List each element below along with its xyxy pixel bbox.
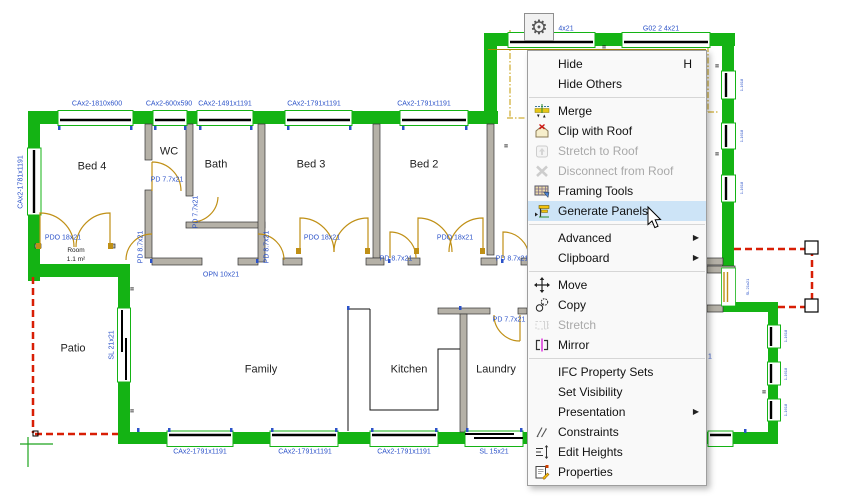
mirror-icon [534,337,550,353]
menu-item-label: Stretch [558,318,706,332]
menu-item-presentation[interactable]: Presentation▶ [528,402,706,422]
menu-item-hide-others[interactable]: Hide Others [528,74,706,94]
menu-item-disconnect-from-roof: Disconnect from Roof [528,161,706,181]
menu-item-label: Hide Others [558,77,706,91]
generate-panels-icon [534,203,550,219]
menu-item-label: Disconnect from Roof [558,164,706,178]
constraints-icon [534,424,550,440]
clip-with-roof-icon [534,123,550,139]
menu-icon-blank [534,230,550,246]
kitchen-bench[interactable] [348,309,460,431]
menu-item-edit-heights[interactable]: Edit Heights [528,442,706,462]
floor-plan-view[interactable]: Bed 4WCBathBed 3Bed 2PatioFamilyKitchenL… [0,0,849,504]
menu-item-label: Copy [558,298,706,312]
menu-item-label: Clip with Roof [558,124,706,138]
menu-item-label: Constraints [558,425,706,439]
menu-item-set-visibility[interactable]: Set Visibility [528,382,706,402]
menu-separator [529,358,705,359]
menu-icon-blank [534,76,550,92]
menu-item-label: Stretch to Roof [558,144,706,158]
menu-item-label: Clipboard [558,251,706,265]
menu-icon-blank [534,364,550,380]
menu-separator [529,97,705,98]
menu-item-generate-panels[interactable]: Generate Panels [528,201,706,221]
menu-item-stretch: Stretch [528,315,706,335]
menu-item-label: IFC Property Sets [558,365,706,379]
menu-separator [529,271,705,272]
menu-item-label: Advanced [558,231,706,245]
menu-item-label: Framing Tools [558,184,706,198]
origin-crosshair [20,437,53,467]
menu-icon-blank [534,56,550,72]
submenu-arrow-icon: ▶ [693,253,699,262]
edit-heights-icon [534,444,550,460]
framing-tools-icon [534,183,550,199]
menu-shortcut: H [683,57,692,71]
menu-item-copy[interactable]: Copy [528,295,706,315]
copy-icon [534,297,550,313]
menu-item-label: Generate Panels [558,204,706,218]
menu-item-stretch-to-roof: Stretch to Roof [528,141,706,161]
menu-icon-blank [534,384,550,400]
menu-separator [529,224,705,225]
menu-item-advanced[interactable]: Advanced▶ [528,228,706,248]
context-menu: HideH Hide Others Merge Clip with Roof Stret… [527,50,707,486]
menu-item-mirror[interactable]: Mirror [528,335,706,355]
menu-item-merge[interactable]: Merge [528,101,706,121]
menu-item-label: Merge [558,104,706,118]
menu-item-label: Properties [558,465,706,479]
menu-item-label: Set Visibility [558,385,706,399]
submenu-arrow-icon: ▶ [693,233,699,242]
menu-item-framing-tools[interactable]: Framing Tools [528,181,706,201]
menu-icon-blank [534,404,550,420]
move-icon [534,277,550,293]
submenu-arrow-icon: ▶ [693,407,699,416]
properties-icon [534,464,550,480]
settings-gear-button[interactable]: ⚙ [524,13,554,41]
gear-icon: ⚙ [530,15,548,40]
disconnect-from-roof-icon [534,163,550,179]
floor-plan-canvas[interactable] [0,0,849,504]
menu-item-move[interactable]: Move [528,275,706,295]
menu-item-ifc-property-sets[interactable]: IFC Property Sets [528,362,706,382]
menu-item-label: Presentation [558,405,706,419]
menu-item-label: Move [558,278,706,292]
menu-item-constraints[interactable]: Constraints [528,422,706,442]
menu-item-clip-with-roof[interactable]: Clip with Roof [528,121,706,141]
menu-item-hide[interactable]: HideH [528,54,706,74]
menu-item-properties[interactable]: Properties [528,462,706,482]
stretch-icon [534,317,550,333]
menu-item-label: Hide [558,57,683,71]
stretch-to-roof-icon [534,143,550,159]
menu-icon-blank [534,250,550,266]
merge-icon [534,103,550,119]
menu-item-clipboard[interactable]: Clipboard▶ [528,248,706,268]
menu-item-label: Mirror [558,338,706,352]
menu-item-label: Edit Heights [558,445,706,459]
